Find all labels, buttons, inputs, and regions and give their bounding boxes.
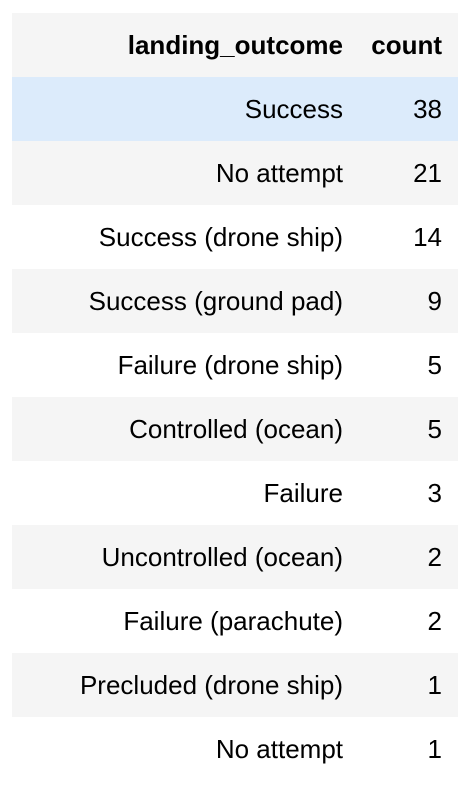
cell-landing-outcome: Precluded (drone ship) — [12, 653, 347, 717]
landing-outcome-table: landing_outcome count Success 38 No atte… — [12, 13, 458, 781]
cell-count: 14 — [347, 205, 458, 269]
table-row: No attempt 21 — [12, 141, 458, 205]
table-row: No attempt 1 — [12, 717, 458, 781]
column-header-landing-outcome: landing_outcome — [12, 13, 347, 77]
cell-count: 2 — [347, 589, 458, 653]
cell-landing-outcome: Failure (drone ship) — [12, 333, 347, 397]
table-row: Failure (parachute) 2 — [12, 589, 458, 653]
table-row: Controlled (ocean) 5 — [12, 397, 458, 461]
cell-count: 1 — [347, 717, 458, 781]
table-header-row: landing_outcome count — [12, 13, 458, 77]
cell-count: 1 — [347, 653, 458, 717]
cell-count: 21 — [347, 141, 458, 205]
cell-count: 2 — [347, 525, 458, 589]
table-row: Uncontrolled (ocean) 2 — [12, 525, 458, 589]
cell-landing-outcome: Failure — [12, 461, 347, 525]
cell-landing-outcome: No attempt — [12, 717, 347, 781]
table-row: Success 38 — [12, 77, 458, 141]
table-row: Failure 3 — [12, 461, 458, 525]
cell-landing-outcome: No attempt — [12, 141, 347, 205]
table-row: Success (drone ship) 14 — [12, 205, 458, 269]
cell-count: 9 — [347, 269, 458, 333]
column-header-count: count — [347, 13, 458, 77]
cell-count: 3 — [347, 461, 458, 525]
cell-count: 5 — [347, 397, 458, 461]
table-row: Precluded (drone ship) 1 — [12, 653, 458, 717]
cell-landing-outcome: Failure (parachute) — [12, 589, 347, 653]
table-row: Failure (drone ship) 5 — [12, 333, 458, 397]
cell-landing-outcome: Success (ground pad) — [12, 269, 347, 333]
cell-landing-outcome: Uncontrolled (ocean) — [12, 525, 347, 589]
table-row: Success (ground pad) 9 — [12, 269, 458, 333]
data-table-container: landing_outcome count Success 38 No atte… — [12, 13, 458, 781]
cell-count: 5 — [347, 333, 458, 397]
cell-count: 38 — [347, 77, 458, 141]
cell-landing-outcome: Success — [12, 77, 347, 141]
cell-landing-outcome: Controlled (ocean) — [12, 397, 347, 461]
cell-landing-outcome: Success (drone ship) — [12, 205, 347, 269]
